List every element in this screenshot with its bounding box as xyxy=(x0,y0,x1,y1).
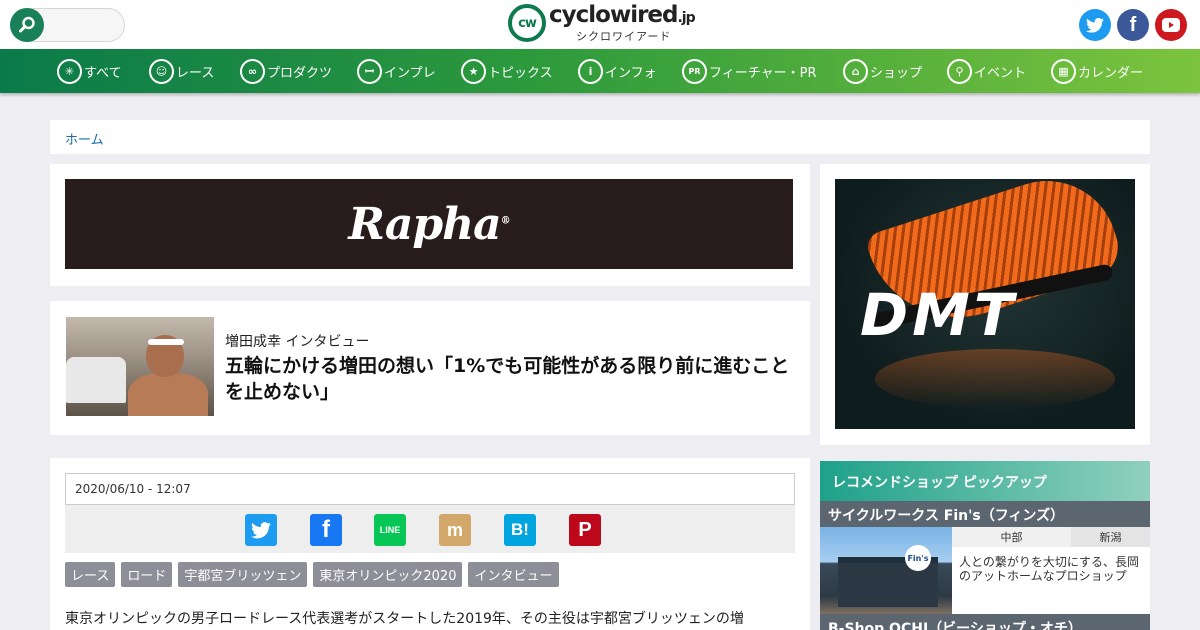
tag-interview[interactable]: インタビュー xyxy=(468,562,559,587)
site-logo[interactable]: cw cyclowired.jp シクロワイアード xyxy=(508,2,698,44)
shop-sign: Fin's xyxy=(905,545,931,571)
nav-item-products[interactable]: ∞ プロダクツ xyxy=(240,58,332,84)
facebook-icon: f xyxy=(1129,13,1137,36)
shop-card[interactable]: Fin's 中部 新潟 人との繋がりを大切にする、長岡のアットホームなプロショッ… xyxy=(820,527,1150,614)
nav-label: インフォ xyxy=(605,65,657,81)
facebook-icon: f xyxy=(322,516,330,543)
shop-prefecture: 新潟 xyxy=(1071,527,1150,547)
article-title-link[interactable]: 五輪にかける増田の想い「1%でも可能性がある限り前に進むことを止めない」 xyxy=(225,353,795,405)
main-nav: ✳ すべて ☺ レース ∞ プロダクツ ꟷ インプレ ★ トピックス i インフォ PR フィ… xyxy=(0,49,1200,93)
breadcrumb: ホーム xyxy=(50,120,1150,154)
share-hatena-button[interactable]: B! xyxy=(504,514,536,546)
site-header: cw cyclowired.jp シクロワイアード f xyxy=(0,0,1200,49)
thumb-car xyxy=(66,357,126,403)
share-pinterest-button[interactable]: P xyxy=(569,514,601,546)
bike-icon: ∞ xyxy=(240,58,265,84)
tag-list: レース ロード 宇都宮ブリッツェン 東京オリンピック2020 インタビュー xyxy=(65,562,559,587)
nav-label: カレンダー xyxy=(1078,65,1144,81)
article-lead-text: 東京オリンピックの男子ロードレース代表選考がスタートした2019年、その主役は宇… xyxy=(65,611,744,627)
search-input[interactable] xyxy=(49,15,119,35)
pr-icon: PR xyxy=(682,58,707,84)
nav-label: イベント xyxy=(974,65,1027,81)
share-mixi-button[interactable]: m xyxy=(439,514,471,546)
pinterest-icon: P xyxy=(578,518,592,541)
nav-item-impression[interactable]: ꟷ インプレ xyxy=(357,58,436,84)
twitter-bird-icon xyxy=(251,521,271,538)
nav-item-feature-pr[interactable]: PR フィーチャー・PR xyxy=(682,58,816,84)
nav-item-race[interactable]: ☺ レース xyxy=(149,58,214,84)
tag-road[interactable]: ロード xyxy=(121,562,173,587)
breadcrumb-home-link[interactable]: ホーム xyxy=(65,129,104,148)
rapha-logo: Rapha® xyxy=(348,198,510,250)
search-box[interactable] xyxy=(10,8,125,42)
shop-name-link[interactable]: サイクルワークス Fin's（フィンズ） xyxy=(820,501,1150,527)
impression-icon: ꟷ xyxy=(357,58,382,84)
share-bar: f LINE m B! P xyxy=(65,505,795,553)
share-facebook-button[interactable]: f xyxy=(310,514,342,546)
shop-photo[interactable]: Fin's xyxy=(820,527,952,614)
nav-label: レース xyxy=(176,65,215,81)
thumb-headband xyxy=(148,339,184,345)
share-twitter-button[interactable] xyxy=(245,514,277,546)
logo-tld: .jp xyxy=(677,10,695,26)
shop-name-link-next[interactable]: B-Shop OCHI（ビーショップ・オチ） xyxy=(820,614,1150,630)
dmt-logo: DMT xyxy=(860,281,1018,349)
ad-panel-top: Rapha® xyxy=(50,164,810,286)
dmt-ad-banner[interactable]: DMT xyxy=(835,179,1135,429)
nav-item-event[interactable]: ⚲ イベント xyxy=(947,58,1026,84)
youtube-icon xyxy=(1162,18,1180,32)
cyclist-icon: ☺ xyxy=(149,58,174,84)
location-pin-icon: ⚲ xyxy=(947,58,972,84)
search-icon xyxy=(19,16,35,33)
article-date: 2020/06/10 - 12:07 xyxy=(65,473,795,505)
search-button[interactable] xyxy=(10,8,44,42)
twitter-link[interactable] xyxy=(1079,9,1111,41)
asterisk-icon: ✳ xyxy=(57,58,82,84)
line-icon: LINE xyxy=(379,525,401,535)
recommend-shop-heading: レコメンドショップ ピックアップ xyxy=(820,461,1150,501)
nav-item-all[interactable]: ✳ すべて xyxy=(57,58,122,84)
article-body: 2020/06/10 - 12:07 f LINE m B! P レース ロード… xyxy=(50,458,810,630)
mixi-icon: m xyxy=(446,519,463,540)
nav-label: プロダクツ xyxy=(267,65,333,81)
logo-subtitle: シクロワイアード xyxy=(576,30,672,43)
info-icon: i xyxy=(578,58,603,84)
nav-item-calendar[interactable]: ▦ カレンダー xyxy=(1051,58,1143,84)
twitter-bird-icon xyxy=(1086,17,1104,33)
nav-item-shop[interactable]: ⌂ ショップ xyxy=(843,58,922,84)
article-kicker: 増田成幸 インタビュー xyxy=(225,334,370,350)
ad-panel-side: DMT xyxy=(820,164,1150,445)
facebook-link[interactable]: f xyxy=(1117,9,1149,41)
tag-race[interactable]: レース xyxy=(65,562,116,587)
star-icon: ★ xyxy=(461,58,486,84)
article-thumbnail[interactable] xyxy=(66,317,214,416)
nav-label: トピックス xyxy=(488,65,553,81)
logo-wordmark: cyclowired.jp xyxy=(549,2,696,28)
shop-icon: ⌂ xyxy=(843,58,868,84)
youtube-link[interactable] xyxy=(1155,9,1187,41)
nav-label: フィーチャー・PR xyxy=(709,65,817,81)
nav-label: インプレ xyxy=(384,65,436,81)
shoe-reflection xyxy=(875,349,1115,409)
thumb-rider-body xyxy=(128,373,208,416)
calendar-icon: ▦ xyxy=(1051,58,1076,84)
logo-mark: cw xyxy=(508,4,546,42)
shop-description: 人との繋がりを大切にする、長岡のアットホームなプロショップ xyxy=(959,555,1140,583)
nav-item-topics[interactable]: ★ トピックス xyxy=(461,58,553,84)
nav-label: ショップ xyxy=(870,65,923,81)
nav-label: すべて xyxy=(84,65,122,81)
rapha-ad-banner[interactable]: Rapha® xyxy=(65,179,793,269)
featured-article-card[interactable]: 増田成幸 インタビュー 五輪にかける増田の想い「1%でも可能性がある限り前に進む… xyxy=(50,301,810,435)
nav-item-info[interactable]: i インフォ xyxy=(578,58,657,84)
tag-tokyo-olympics-2020[interactable]: 東京オリンピック2020 xyxy=(313,562,463,587)
shop-region: 中部 xyxy=(952,527,1071,547)
tag-utsunomiya-blitzen[interactable]: 宇都宮ブリッツェン xyxy=(178,562,308,587)
hatena-icon: B! xyxy=(511,520,529,539)
share-line-button[interactable]: LINE xyxy=(374,514,406,546)
